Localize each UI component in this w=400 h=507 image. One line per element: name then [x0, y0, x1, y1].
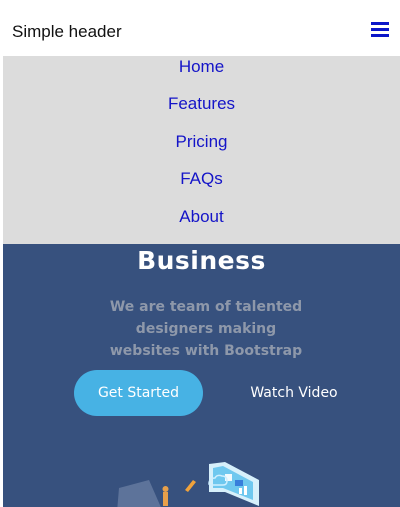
- nav-item-faqs[interactable]: FAQs: [3, 169, 400, 189]
- nav-item-pricing[interactable]: Pricing: [3, 132, 400, 152]
- hero-title: Business: [137, 246, 266, 275]
- page: Simple header Home Features Pricing FAQs…: [0, 0, 400, 507]
- site-header: Simple header: [0, 0, 400, 56]
- watch-video-button[interactable]: Watch Video: [239, 370, 349, 416]
- brand-title[interactable]: Simple header: [12, 22, 122, 42]
- nav-item-home[interactable]: Home: [3, 57, 400, 77]
- nav-item-about[interactable]: About: [3, 207, 400, 227]
- hero-subtitle-line: We are team of talented: [109, 299, 303, 315]
- hero-subtitle-line: websites with Bootstrap: [109, 343, 303, 359]
- left-edge-strip: [0, 0, 3, 507]
- hero-subtitle-line: designers making: [135, 321, 277, 337]
- nav-item-features[interactable]: Features: [3, 94, 400, 114]
- isometric-workspace-illustration: [117, 462, 259, 507]
- nav-menu: Home Features Pricing FAQs About: [3, 56, 400, 244]
- hamburger-menu-icon[interactable]: [371, 22, 389, 38]
- hero-subtitle: We are team of talented designers making…: [99, 296, 313, 362]
- hero-section: Business We are team of talented designe…: [3, 244, 400, 507]
- get-started-button[interactable]: Get Started: [74, 370, 203, 416]
